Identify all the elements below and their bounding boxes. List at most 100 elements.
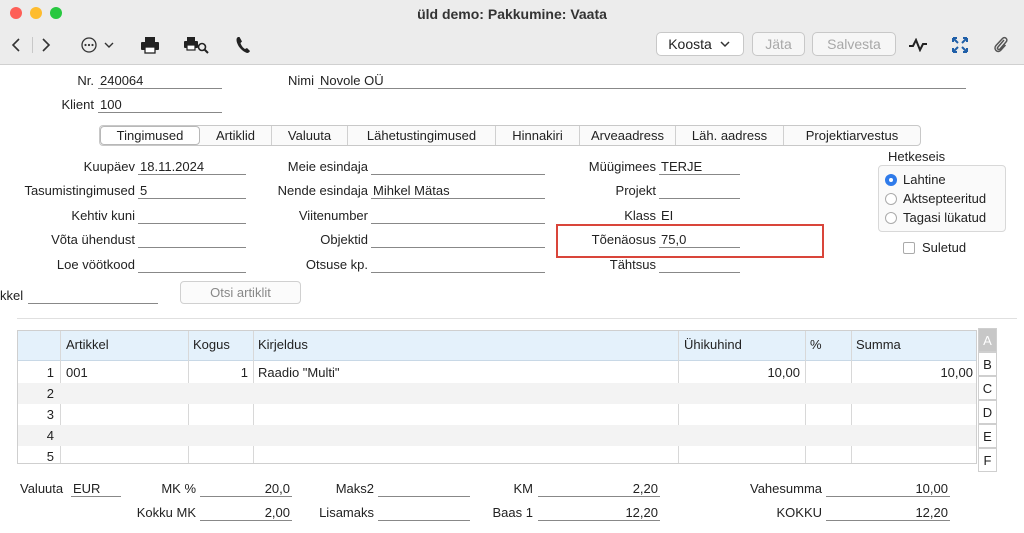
km-field[interactable]: 2,20 xyxy=(538,481,660,497)
side-tab-e[interactable]: E xyxy=(978,424,997,448)
mk-label: MK % xyxy=(161,481,196,496)
klass-label: Klass xyxy=(624,208,656,223)
klient-field[interactable]: 100 xyxy=(98,97,222,113)
radio-aktsepteeritud[interactable] xyxy=(885,193,897,205)
mk-field[interactable]: 20,0 xyxy=(200,481,292,497)
cell-kirjeldus[interactable]: Raadio "Multi" xyxy=(258,365,340,380)
baas1-field[interactable]: 12,20 xyxy=(538,505,660,521)
kokku-field[interactable]: 12,20 xyxy=(826,505,950,521)
tab-valuuta[interactable]: Valuuta xyxy=(272,126,348,145)
meie-esindaja-field[interactable] xyxy=(371,159,545,175)
radio-lahtine[interactable] xyxy=(885,174,897,186)
kehtiv-kuni-label: Kehtiv kuni xyxy=(71,208,135,223)
valuuta-field[interactable]: EUR xyxy=(71,481,121,497)
vahesumma-field[interactable]: 10,00 xyxy=(826,481,950,497)
jata-button[interactable]: Jäta xyxy=(752,32,805,56)
print-icon[interactable] xyxy=(138,34,162,56)
km-label: KM xyxy=(513,481,534,496)
tahtsus-label: Tähtsus xyxy=(609,257,656,272)
col-percent[interactable]: % xyxy=(810,337,822,352)
tab-lahetustingimused[interactable]: Lähetustingimused xyxy=(348,126,496,145)
otsi-artiklit-button[interactable]: Otsi artiklit xyxy=(180,281,301,304)
loe-vootkood-field[interactable] xyxy=(138,257,246,273)
objektid-field[interactable] xyxy=(371,232,545,248)
expand-icon[interactable] xyxy=(948,34,972,56)
side-tab-d[interactable]: D xyxy=(978,400,997,424)
radio-lahtine-label: Lahtine xyxy=(903,172,946,187)
tab-projektiarvestus[interactable]: Projektiarvestus xyxy=(784,126,920,145)
tab-arveaadress[interactable]: Arveaadress xyxy=(580,126,676,145)
activity-icon[interactable] xyxy=(906,34,930,56)
tasumistingimused-label: Tasumistingimused xyxy=(24,183,135,198)
baas1-label: Baas 1 xyxy=(492,505,533,520)
nimi-field[interactable]: Novole OÜ xyxy=(318,73,966,89)
klass-field[interactable]: EI xyxy=(659,208,740,224)
table-row[interactable]: 1 001 1 Raadio "Multi" 10,00 10,00 xyxy=(18,362,976,383)
table-row[interactable]: 3 xyxy=(18,404,976,425)
table-row[interactable]: 5 xyxy=(18,446,976,463)
kuupaev-label: Kuupäev xyxy=(83,159,135,174)
kokku-mk-field[interactable]: 2,00 xyxy=(200,505,292,521)
col-uhikuhind[interactable]: Ühikuhind xyxy=(684,337,742,352)
lisamaks-field[interactable] xyxy=(378,505,470,521)
maks2-field[interactable] xyxy=(378,481,470,497)
suletud-label: Suletud xyxy=(922,240,967,255)
kokku-label: KOKKU xyxy=(776,505,822,520)
cell-kogus[interactable]: 1 xyxy=(190,365,248,380)
items-grid: Artikkel Kogus Kirjeldus Ühikuhind % Sum… xyxy=(17,330,977,464)
row-number: 3 xyxy=(46,407,54,422)
viitenumber-label: Viitenumber xyxy=(298,208,368,223)
tab-lah-aadress[interactable]: Läh. aadress xyxy=(676,126,784,145)
cell-artikkel[interactable]: 001 xyxy=(66,365,88,380)
side-tab-f[interactable]: F xyxy=(978,448,997,472)
otsuse-kp-field[interactable] xyxy=(371,257,545,273)
row-number: 2 xyxy=(46,386,54,401)
vahesumma-label: Vahesumma xyxy=(749,481,822,496)
back-icon[interactable] xyxy=(6,34,26,56)
tab-hinnakiri[interactable]: Hinnakiri xyxy=(496,126,580,145)
tahtsus-field[interactable] xyxy=(659,257,740,273)
cell-uhikuhind[interactable]: 10,00 xyxy=(680,365,800,380)
otsuse-kp-label: Otsuse kp. xyxy=(305,257,368,272)
forward-icon[interactable] xyxy=(36,34,56,56)
koosta-label: Koosta xyxy=(668,36,712,52)
muugimees-field[interactable]: TERJE xyxy=(659,159,740,175)
table-row[interactable]: 2 xyxy=(18,383,976,404)
kuupaev-field[interactable]: 18.11.2024 xyxy=(138,159,246,175)
cell-summa[interactable]: 10,00 xyxy=(853,365,973,380)
objektid-label: Objektid xyxy=(320,232,368,247)
tab-artiklid[interactable]: Artiklid xyxy=(200,126,272,145)
artikkel-search-field[interactable] xyxy=(28,288,158,304)
vota-uhendust-field[interactable] xyxy=(138,232,246,248)
nende-esindaja-label: Nende esindaja xyxy=(277,183,368,198)
phone-icon[interactable] xyxy=(232,34,254,56)
nr-field[interactable]: 240064 xyxy=(98,73,222,89)
viitenumber-field[interactable] xyxy=(371,208,545,224)
col-kirjeldus[interactable]: Kirjeldus xyxy=(258,337,308,352)
print-preview-icon[interactable] xyxy=(182,34,210,56)
more-options-icon[interactable] xyxy=(78,34,118,56)
projekt-field[interactable] xyxy=(659,183,740,199)
side-tab-c[interactable]: C xyxy=(978,376,997,400)
col-kogus[interactable]: Kogus xyxy=(193,337,230,352)
nimi-label: Nimi xyxy=(288,73,314,88)
tab-tingimused[interactable]: Tingimused xyxy=(100,126,200,145)
col-summa[interactable]: Summa xyxy=(856,337,901,352)
koosta-button[interactable]: Koosta xyxy=(656,32,744,56)
valuuta-label: Valuuta xyxy=(20,481,64,496)
kokku-mk-label: Kokku MK xyxy=(136,505,196,520)
side-tab-b[interactable]: B xyxy=(978,352,997,376)
tasumistingimused-field[interactable]: 5 xyxy=(138,183,246,199)
side-tab-a[interactable]: A xyxy=(978,328,997,352)
nende-esindaja-field[interactable]: Mihkel Mätas xyxy=(371,183,545,199)
suletud-checkbox[interactable] xyxy=(903,242,915,254)
row-number: 4 xyxy=(46,428,54,443)
radio-tagasi-lukatud[interactable] xyxy=(885,212,897,224)
attachment-icon[interactable] xyxy=(990,34,1012,56)
artikkel-search-label: kkel xyxy=(0,288,24,303)
salvesta-button[interactable]: Salvesta xyxy=(812,32,896,56)
col-artikkel[interactable]: Artikkel xyxy=(66,337,109,352)
status-title: Hetkeseis xyxy=(888,149,946,164)
kehtiv-kuni-field[interactable] xyxy=(138,208,246,224)
table-row[interactable]: 4 xyxy=(18,425,976,446)
